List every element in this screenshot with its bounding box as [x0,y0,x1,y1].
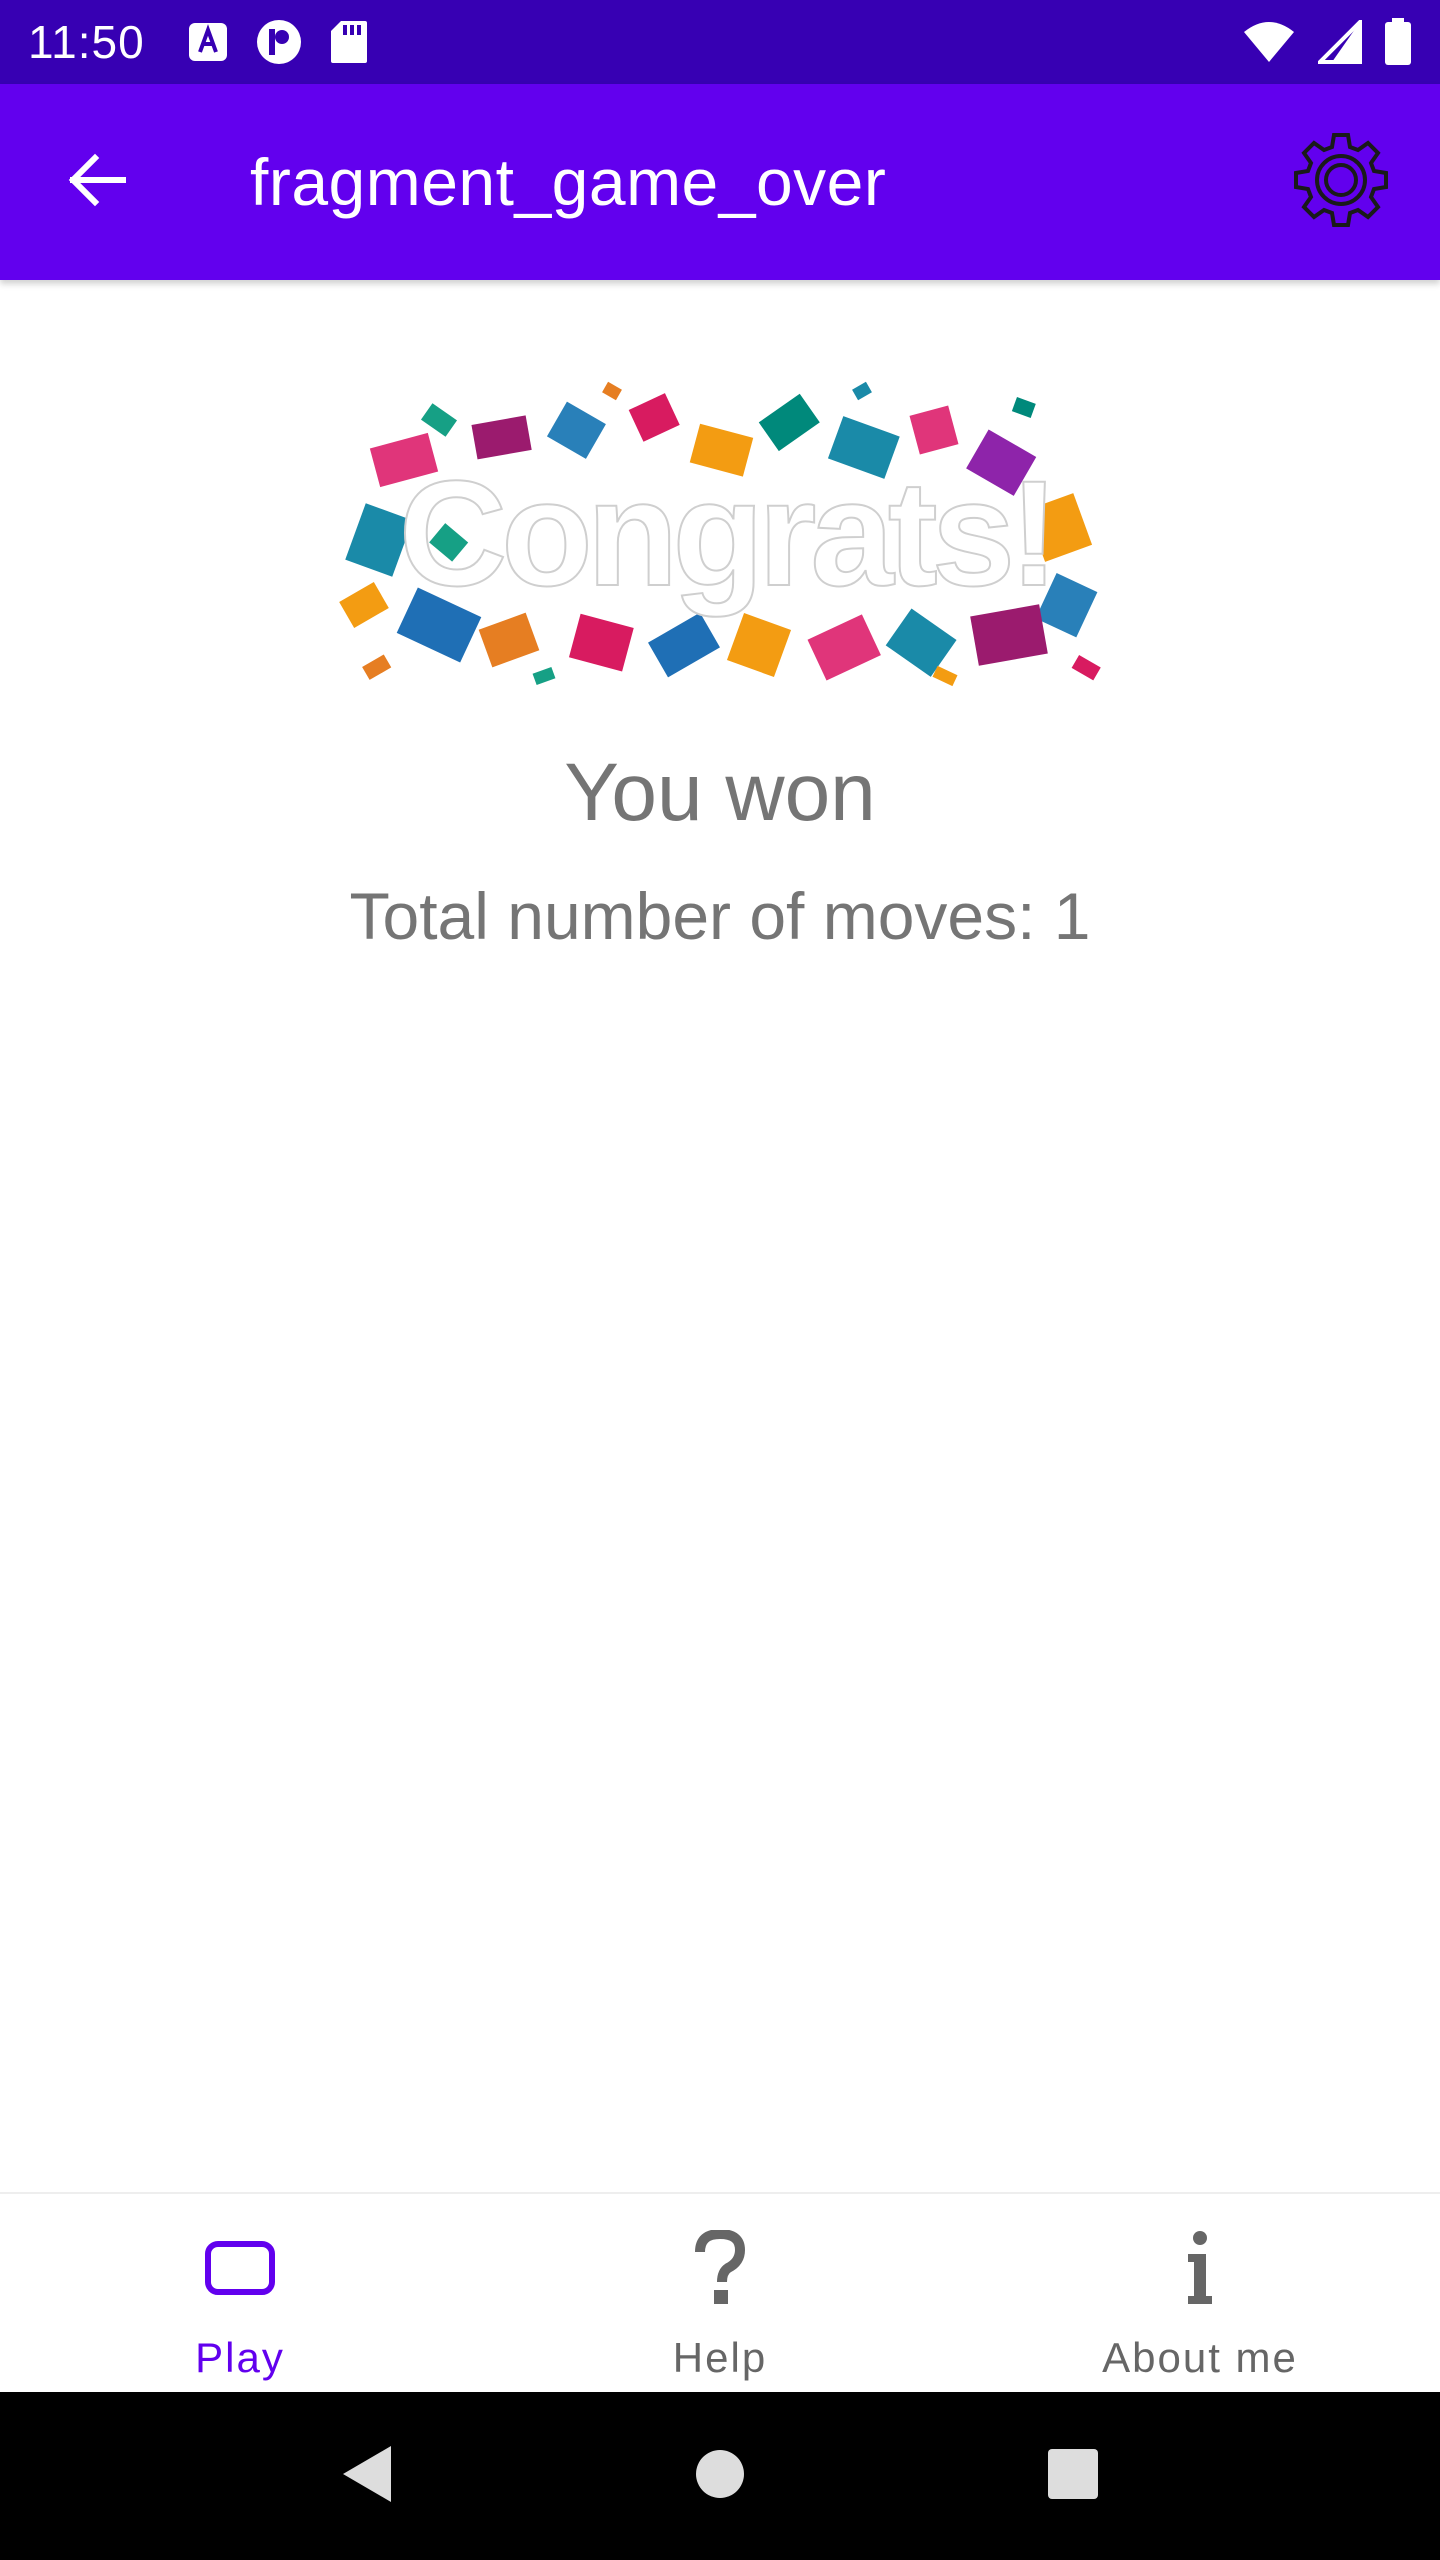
status-system-icons [1242,18,1412,66]
question-icon [694,2228,746,2311]
nav-item-about-me[interactable]: About me [960,2194,1440,2392]
system-home-button[interactable] [670,2426,770,2526]
info-icon [1185,2230,1215,2311]
nav-item-label: About me [1102,2334,1298,2381]
home-circle-icon [694,2448,746,2505]
gear-icon [1287,126,1395,239]
arrow-back-icon [65,149,127,216]
game-over-content: Congrats! You won Total number of moves:… [0,280,1440,2192]
sd-card-icon [329,19,369,65]
bottom-navigation: Play Help About me [0,2192,1440,2392]
congrats-banner-text: Congrats! [399,449,1053,617]
nav-item-label: Play [195,2334,285,2381]
status-notification-icons [187,18,369,66]
back-button[interactable] [46,132,146,232]
you-won-heading: You won [564,747,876,838]
app-title: fragment_game_over [250,145,887,219]
settings-button[interactable] [1286,127,1396,237]
total-moves-text: Total number of moves: 1 [349,879,1091,953]
p-circle-icon [255,18,303,66]
nav-item-help[interactable]: Help [480,2194,960,2392]
status-bar: 11:50 [0,0,1440,84]
congrats-banner-image: Congrats! [334,380,1118,698]
back-triangle-icon [339,2442,395,2511]
wifi-icon [1242,20,1296,64]
nav-item-label: Help [672,2334,768,2381]
system-navigation-bar [0,2392,1440,2560]
screen: 11:50 fragment_game_over Congrats! You w… [0,0,1440,2560]
app-bar: fragment_game_over [0,84,1440,280]
recents-square-icon [1046,2447,1100,2506]
status-time: 11:50 [28,16,145,68]
play-rect-icon [204,2240,276,2301]
system-recents-button[interactable] [1023,2426,1123,2526]
font-a-icon [187,21,229,63]
system-back-button[interactable] [317,2426,417,2526]
signal-icon [1318,20,1362,64]
nav-item-play[interactable]: Play [0,2194,480,2392]
battery-icon [1384,18,1412,66]
